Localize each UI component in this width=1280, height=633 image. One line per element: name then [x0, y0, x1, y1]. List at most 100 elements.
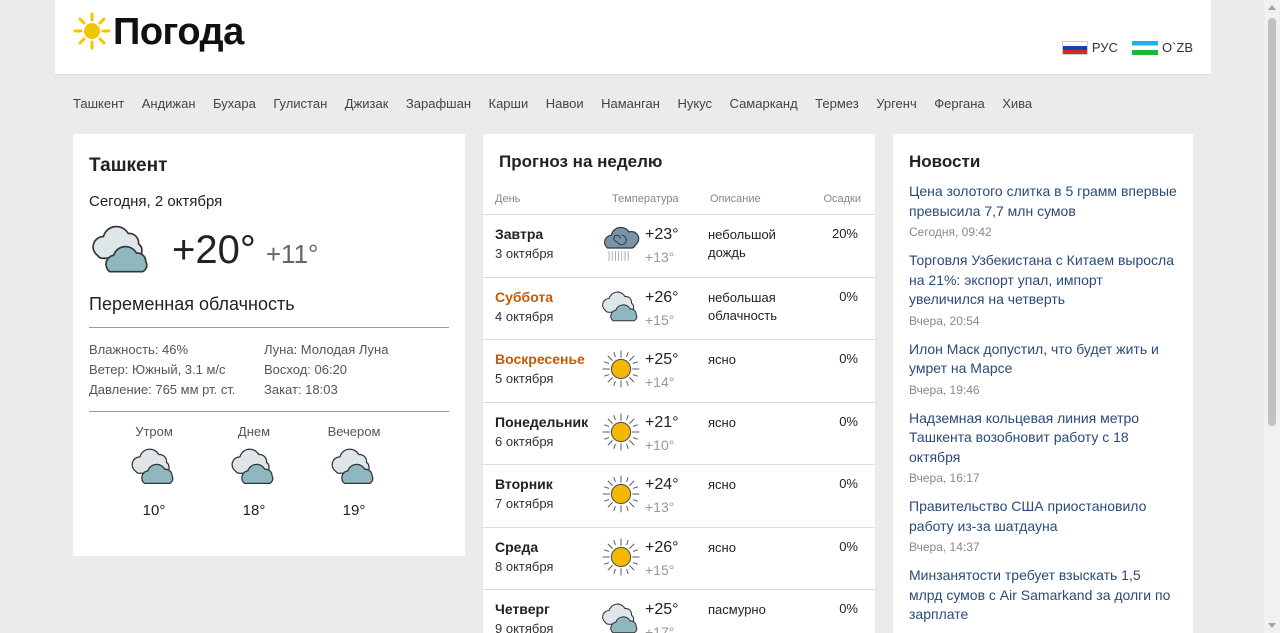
city-link[interactable]: Наманган: [601, 96, 660, 111]
city-link[interactable]: Фергана: [934, 96, 984, 111]
forecast-row[interactable]: Суббота 4 октября +26° +15° небольшая облачн…: [483, 278, 875, 340]
news-list: Цена золотого слитка в 5 грамм впервые п…: [909, 182, 1177, 625]
forecast-temp-cell: +26° +15°: [645, 289, 708, 340]
lang-ru[interactable]: РУС: [1061, 40, 1118, 55]
city-link[interactable]: Ургенч: [876, 96, 917, 111]
forecast-icon-cell: [600, 412, 645, 465]
forecast-table-header: День Температура Описание Осадки: [483, 193, 875, 215]
today-date: Сегодня, 2 октября: [89, 193, 223, 210]
forecast-precipitation: 20%: [831, 226, 858, 241]
news-link[interactable]: Илон Маск допустил, что будет жить и умр…: [909, 340, 1177, 379]
forecast-date: 4 октября: [495, 308, 554, 324]
lang-ru-label: РУС: [1091, 40, 1118, 55]
sun-icon: [600, 412, 642, 452]
sun-icon: [600, 537, 642, 577]
news-item: Минзанятости требует взыскать 1,5 млрд с…: [909, 566, 1177, 625]
news-link[interactable]: Минзанятости требует взыскать 1,5 млрд с…: [909, 566, 1177, 625]
forecast-icon-cell: [600, 287, 645, 340]
day-parts: Утром 10° Днем 18° Вечером 19°: [89, 424, 449, 519]
forecast-description: ясно: [708, 477, 736, 492]
news-time: Вчера, 19:46: [909, 382, 980, 397]
forecast-temp-min: +10°: [645, 436, 675, 453]
today-card: Ташкент Сегодня, 2 октября +20° +11° Пер…: [73, 134, 465, 556]
forecast-day-name: Вторник: [495, 476, 553, 492]
city-link[interactable]: Самарканд: [730, 96, 798, 111]
day-part-label: Вечером: [327, 424, 381, 439]
forecast-rows: Завтра 3 октября +23° +13° небольшой дождь 20…: [483, 215, 875, 633]
news-link[interactable]: Надземная кольцевая линия метро Ташкента…: [909, 409, 1177, 468]
news-link[interactable]: Торговля Узбекистана с Китаем выросла на…: [909, 251, 1177, 310]
forecast-date: 6 октября: [495, 433, 554, 449]
forecast-row[interactable]: Четверг 9 октября +25° +17° пасмурно 0%: [483, 590, 875, 633]
header-precip: Осадки: [823, 193, 861, 205]
forecast-icon-cell: [600, 474, 645, 527]
current-weather: +20° +11°: [89, 220, 449, 280]
forecast-date: 9 октября: [495, 621, 554, 633]
forecast-temp-max: +23°: [645, 226, 679, 243]
forecast-icon-cell: [600, 537, 645, 590]
forecast-icon-cell: [600, 224, 645, 277]
forecast-temp-cell: +21° +10°: [645, 414, 708, 465]
forecast-date: 8 октября: [495, 558, 554, 574]
city-link[interactable]: Карши: [489, 96, 529, 111]
news-item: Торговля Узбекистана с Китаем выросла на…: [909, 251, 1177, 328]
forecast-temp-min: +17°: [645, 624, 675, 633]
city-link[interactable]: Хива: [1002, 96, 1032, 111]
city-link[interactable]: Бухара: [213, 96, 256, 111]
forecast-temp-max: +25°: [645, 601, 679, 618]
scroll-thumb[interactable]: [1268, 18, 1276, 426]
current-condition: Переменная облачность: [89, 294, 449, 328]
forecast-temp-max: +21°: [645, 413, 679, 431]
forecast-description: ясно: [708, 352, 736, 367]
scroll-down-arrow-icon[interactable]: [1268, 623, 1276, 628]
sun-icon: [600, 474, 642, 514]
city-link[interactable]: Нукус: [677, 96, 712, 111]
city-link[interactable]: Навои: [546, 96, 584, 111]
forecast-day-name: Понедельник: [495, 413, 589, 430]
header-temp: Температура: [612, 193, 679, 205]
news-link[interactable]: Правительство США приостановило работу и…: [909, 497, 1177, 536]
city-link[interactable]: Андижан: [142, 96, 196, 111]
city-link[interactable]: Зарафшан: [406, 96, 471, 111]
city-link[interactable]: Термез: [815, 96, 859, 111]
today-city: Ташкент: [89, 155, 168, 176]
site-logo[interactable]: Погода: [73, 10, 244, 54]
news-time: Вчера, 16:17: [909, 471, 980, 485]
forecast-day-cell: Завтра 3 октября: [495, 226, 600, 277]
news-time: Сегодня, 09:42: [909, 225, 992, 239]
forecast-precipitation: 0%: [839, 601, 858, 616]
forecast-row[interactable]: Вторник 7 октября +24° +13° ясно 0%: [483, 465, 875, 528]
forecast-row[interactable]: Среда 8 октября +26° +15° ясно 0%: [483, 528, 875, 590]
forecast-row[interactable]: Завтра 3 октября +23° +13° небольшой дождь 20…: [483, 215, 875, 278]
city-link[interactable]: Джизак: [345, 96, 389, 111]
forecast-description: ясно: [708, 414, 736, 430]
city-link[interactable]: Ташкент: [73, 96, 124, 111]
day-part-temp: 19°: [342, 502, 366, 519]
cloudy-icon: [89, 224, 155, 276]
news-time: Вчера, 14:37: [909, 540, 980, 554]
page-scrollbar[interactable]: [1264, 0, 1280, 633]
uzbekistan-flag-icon: [1131, 40, 1158, 55]
site-title: Погода: [113, 11, 244, 53]
forecast-day-cell: Суббота 4 октября: [495, 289, 600, 340]
wind: Ветер: Южный, 3.1 м/с: [89, 362, 226, 377]
news-link[interactable]: Цена золотого слитка в 5 грамм впервые п…: [909, 182, 1177, 221]
lang-uz[interactable]: O`ZB: [1131, 40, 1193, 55]
moon-phase: Луна: Молодая Луна: [264, 342, 389, 357]
forecast-row[interactable]: Понедельник 6 октября +21° +10° ясно 0%: [483, 403, 875, 465]
forecast-day-cell: Воскресенье 5 октября: [495, 351, 600, 402]
forecast-temp-min: +13°: [645, 499, 675, 515]
day-part-temp: 10°: [142, 502, 166, 519]
forecast-description: небольшая облачность: [708, 289, 778, 323]
sunrise: Восход: 06:20: [264, 362, 348, 377]
forecast-day-cell: Четверг 9 октября: [495, 601, 600, 633]
city-link[interactable]: Гулистан: [273, 96, 327, 111]
sun-icon: [600, 349, 642, 389]
cloudy-icon: [600, 287, 642, 327]
scroll-up-arrow-icon[interactable]: [1268, 5, 1276, 10]
forecast-date: 7 октября: [495, 496, 554, 511]
forecast-temp-min: +13°: [645, 249, 675, 265]
news-time: Вчера, 20:54: [909, 313, 980, 328]
forecast-row[interactable]: Воскресенье 5 октября +25° +14° ясно 0%: [483, 340, 875, 403]
sunset: Закат: 18:03: [264, 382, 338, 397]
